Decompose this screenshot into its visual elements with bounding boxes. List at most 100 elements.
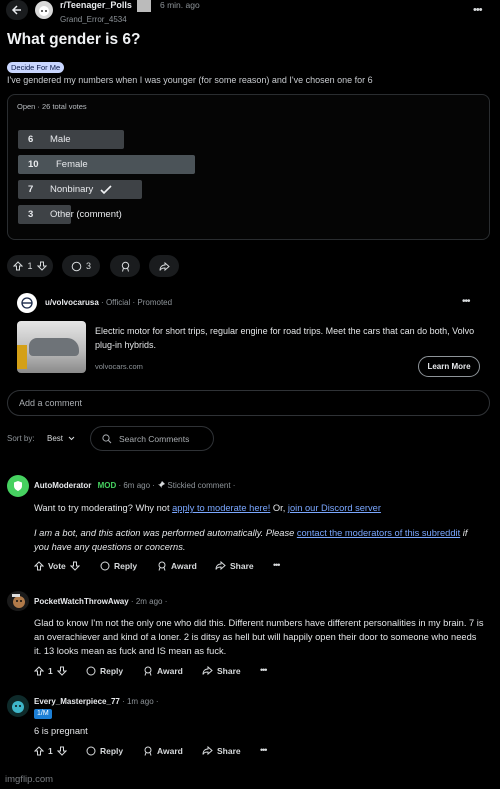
comment-author[interactable]: Every_Masterpiece_77 <box>34 697 120 706</box>
promoted-label: Promoted <box>137 298 173 307</box>
poll-option[interactable]: 7 Nonbinary <box>28 180 113 199</box>
share-button[interactable]: Share <box>215 561 254 571</box>
award-label: Award <box>157 666 183 676</box>
automod-avatar[interactable] <box>7 475 29 497</box>
reply-label: Reply <box>100 666 124 676</box>
award-icon <box>121 261 129 272</box>
pin-icon <box>158 481 166 488</box>
share-icon <box>159 261 170 271</box>
reply-button[interactable]: Reply <box>100 561 137 571</box>
post-flair[interactable]: Decide For Me <box>7 62 65 73</box>
reply-button[interactable]: Reply <box>86 666 123 676</box>
back-button[interactable] <box>6 0 28 20</box>
reply-button[interactable]: Reply <box>86 746 123 756</box>
upvote-icon[interactable] <box>34 666 44 676</box>
comments-button[interactable]: 3 <box>62 255 100 277</box>
car-image <box>29 338 79 356</box>
vote-label: Vote <box>48 561 66 571</box>
vote-control[interactable]: Vote <box>34 561 80 571</box>
ad-more-icon[interactable]: ••• <box>462 296 470 307</box>
comment-body: 6 is pregnant <box>34 726 88 736</box>
mod-badge: MOD <box>97 481 117 490</box>
comment-meta: PocketWatchThrowAway · 2m ago · <box>34 597 168 606</box>
award-button[interactable]: Award <box>143 746 183 756</box>
subreddit-name[interactable]: r/Teenager_Polls <box>60 0 132 10</box>
award-button[interactable]: Award <box>157 561 197 571</box>
downvote-icon[interactable] <box>56 746 67 756</box>
award-button[interactable]: Award <box>143 666 183 676</box>
search-icon <box>102 434 112 444</box>
comment-text: Or, <box>270 503 288 513</box>
downvote-icon[interactable] <box>36 261 47 271</box>
avatar-character-icon <box>12 701 24 713</box>
comment-author[interactable]: PocketWatchThrowAway <box>34 597 129 606</box>
user-avatar[interactable] <box>7 695 29 717</box>
sort-dropdown[interactable]: Best <box>47 434 75 443</box>
comment-score: 1 <box>48 666 53 676</box>
share-button[interactable]: Share <box>202 746 241 756</box>
comment-more-icon[interactable]: ••• <box>260 665 268 675</box>
user-avatar[interactable] <box>7 591 29 611</box>
user-flair: 1/M <box>34 709 52 719</box>
comment-author[interactable]: AutoModerator <box>34 481 91 490</box>
comment-bubble-icon <box>100 561 110 571</box>
post-author[interactable]: Grand_Error_4534 <box>60 15 127 24</box>
snoo-icon <box>39 6 49 16</box>
learn-more-button[interactable]: Learn More <box>418 356 480 377</box>
sort-value: Best <box>47 434 64 443</box>
comment-text: I am a bot, and this action was performe… <box>34 528 297 538</box>
advertiser-avatar[interactable] <box>17 293 37 313</box>
award-button[interactable] <box>110 255 140 277</box>
ad-text[interactable]: Electric motor for short trips, regular … <box>95 324 480 352</box>
ad-domain[interactable]: volvocars.com <box>95 362 143 371</box>
share-button[interactable] <box>149 255 179 277</box>
shield-icon <box>14 481 22 491</box>
comment-more-icon[interactable]: ••• <box>260 745 268 755</box>
poll-votes: 6 <box>28 134 34 145</box>
subreddit-avatar[interactable] <box>35 1 53 19</box>
share-label: Share <box>230 561 254 571</box>
comment-time: 2m ago <box>135 597 163 606</box>
comment-body-italic: I am a bot, and this action was performe… <box>34 526 484 554</box>
reply-label: Reply <box>100 746 124 756</box>
apply-moderate-link[interactable]: apply to moderate here! <box>172 503 270 513</box>
poll-option[interactable]: 3 Other (comment) <box>28 205 122 224</box>
poll-label: Female <box>56 159 88 170</box>
upvote-icon[interactable] <box>34 561 44 571</box>
advertiser-name[interactable]: u/volvocarusa <box>45 298 99 307</box>
poll-option[interactable]: 6 Male <box>28 130 71 149</box>
discord-link[interactable]: join our Discord server <box>288 503 381 513</box>
post-body: I've gendered my numbers when I was youn… <box>7 75 373 85</box>
comment-more-icon[interactable]: ••• <box>273 560 281 570</box>
downvote-icon[interactable] <box>69 561 80 571</box>
poll-option[interactable]: 10 Female <box>28 155 88 174</box>
comment-body: Glad to know I'm not the only one who di… <box>34 618 484 656</box>
vote-control[interactable]: 1 <box>34 746 67 756</box>
back-arrow-icon <box>11 5 21 15</box>
search-placeholder: Search Comments <box>119 434 190 444</box>
search-comments-input[interactable]: Search Comments <box>90 426 214 451</box>
comment-bubble-icon <box>71 261 82 271</box>
ad-thumbnail[interactable] <box>17 321 86 373</box>
downvote-icon[interactable] <box>56 666 67 676</box>
contact-mods-link[interactable]: contact the moderators of this subreddit <box>297 528 460 538</box>
share-button[interactable]: Share <box>202 666 241 676</box>
add-comment-placeholder: Add a comment <box>19 398 83 408</box>
ad-meta: u/volvocarusa · Official · Promoted <box>45 298 173 307</box>
vote-control[interactable]: 1 <box>34 666 67 676</box>
comment-count: 3 <box>85 261 91 271</box>
op-avatar <box>137 0 151 12</box>
comment-meta: AutoModerator MOD · 6m ago · Stickied co… <box>34 481 236 490</box>
comment-time: 1m ago <box>126 697 154 706</box>
comment-bubble-icon <box>86 746 96 756</box>
volvo-logo-icon <box>21 297 33 309</box>
add-comment-input[interactable]: Add a comment <box>7 390 490 416</box>
upvote-icon[interactable] <box>13 261 24 271</box>
more-options-icon[interactable]: ••• <box>473 4 483 16</box>
avatar-character-icon <box>12 594 25 608</box>
comment-score: 1 <box>48 746 53 756</box>
vote-control[interactable]: 1 <box>7 255 53 277</box>
upvote-icon[interactable] <box>34 746 44 756</box>
award-label: Award <box>157 746 183 756</box>
award-icon <box>144 746 152 756</box>
